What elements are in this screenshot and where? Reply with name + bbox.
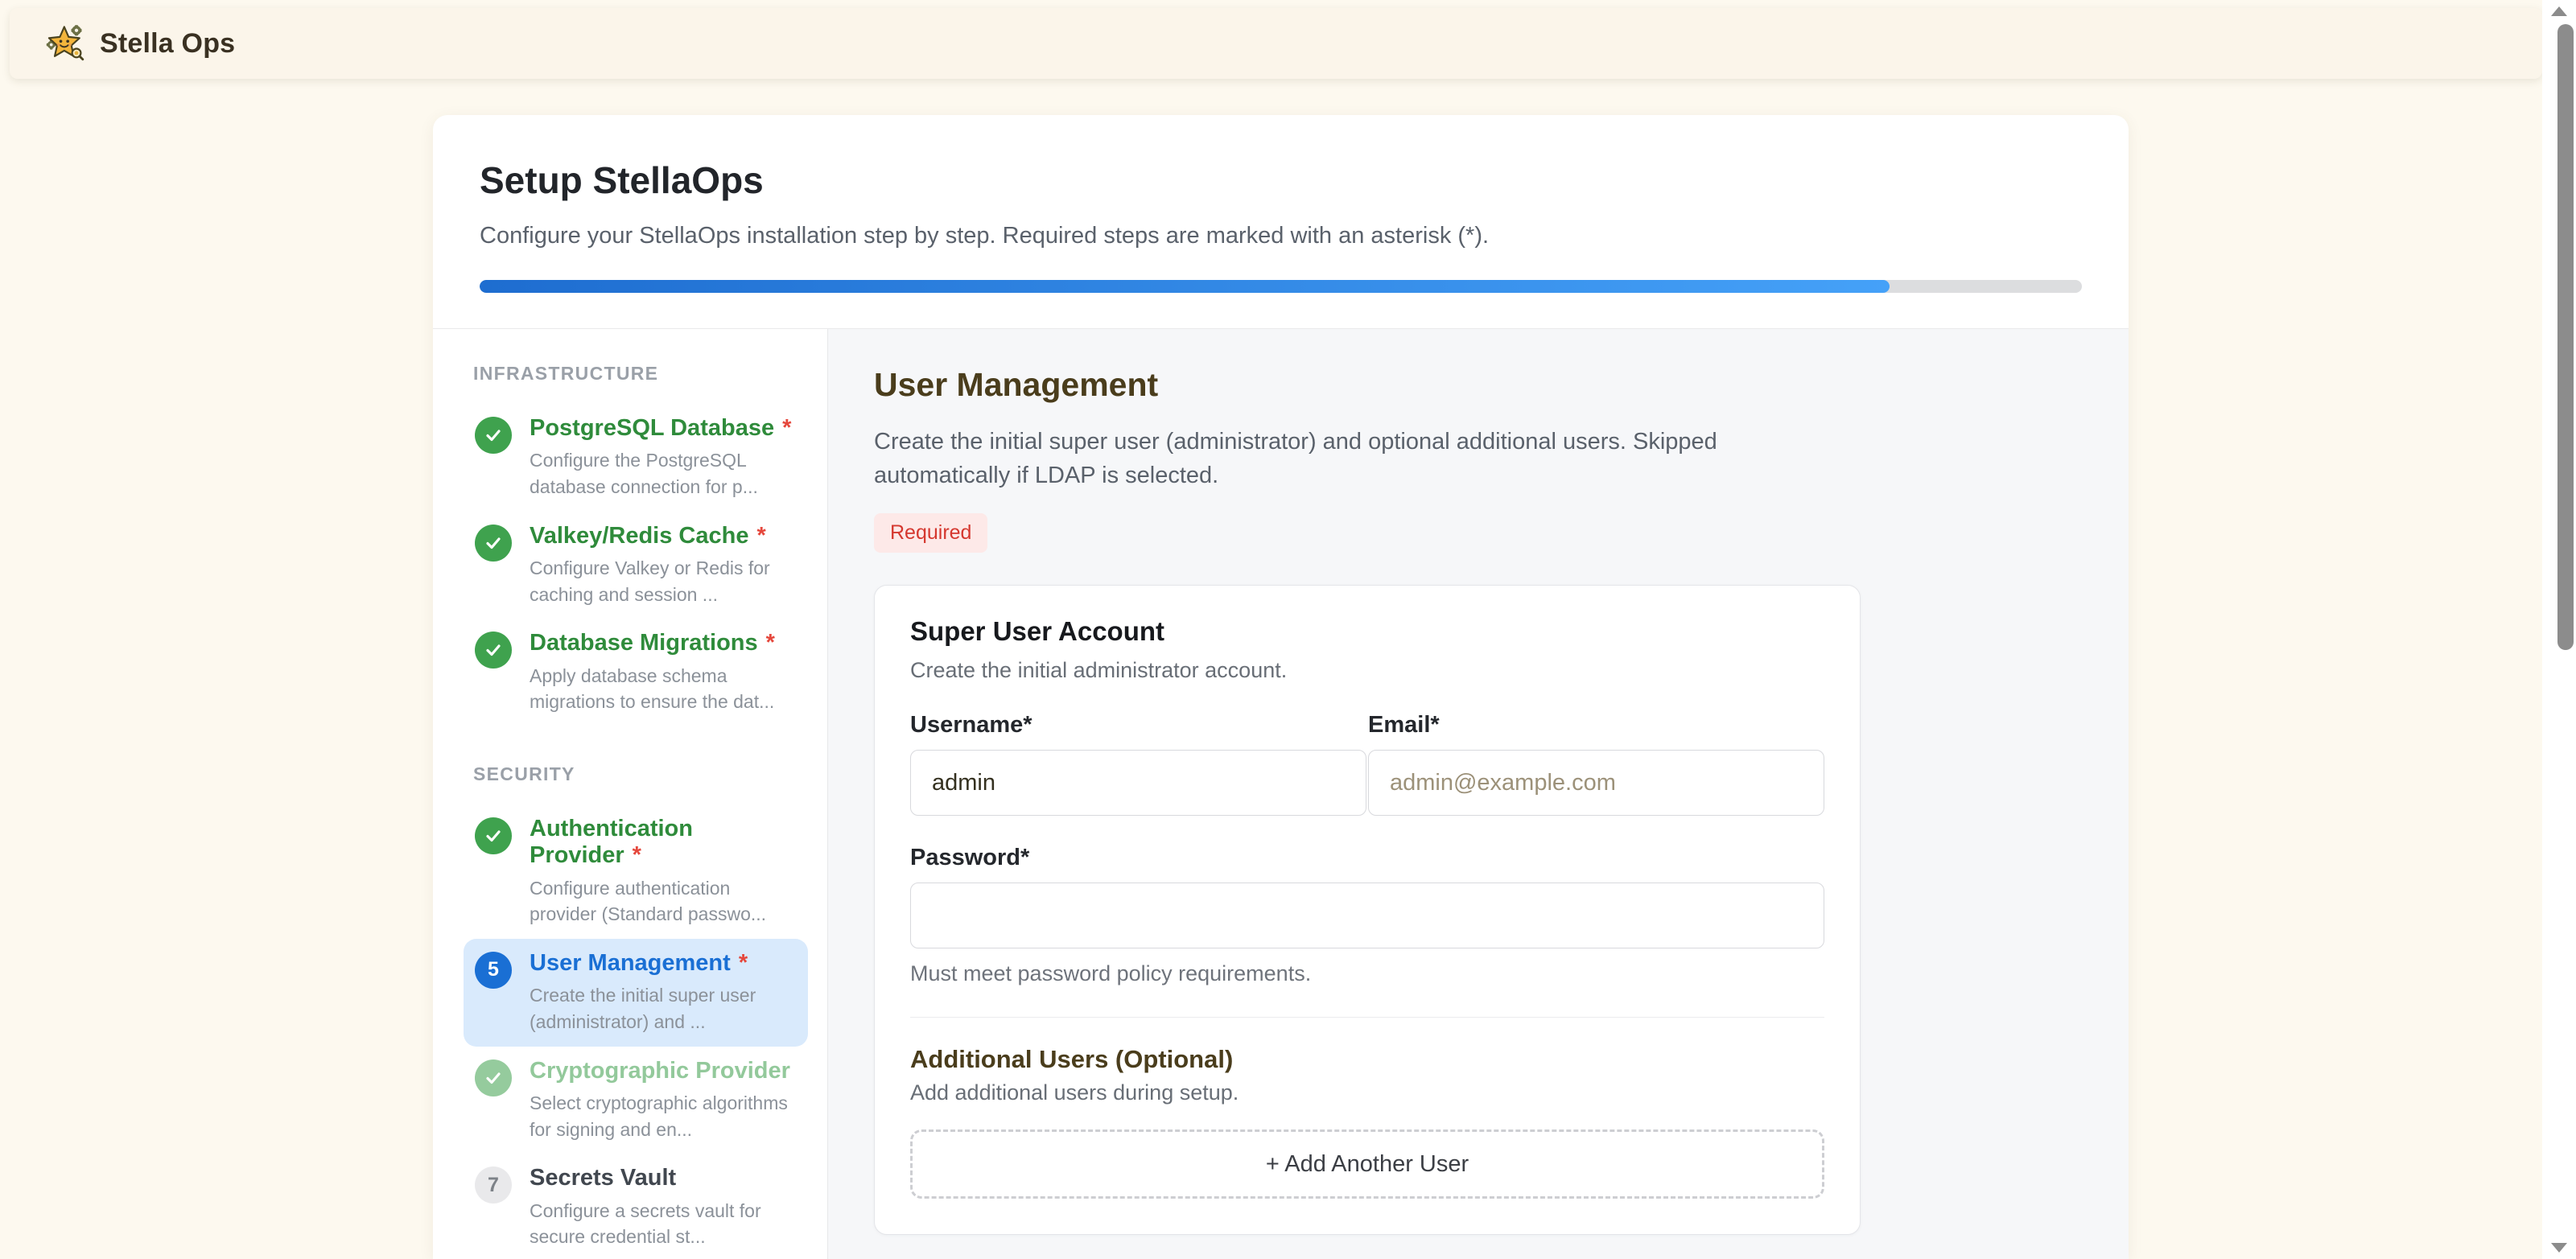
stella-ops-logo-icon [45, 23, 87, 64]
required-asterisk: * [633, 842, 641, 868]
step-description: Configure a secrets vault for secure cre… [530, 1198, 797, 1250]
additional-users-title: Additional Users (Optional) [910, 1045, 1824, 1074]
step-title: PostgreSQL Database [530, 415, 774, 441]
email-input[interactable] [1368, 750, 1824, 816]
super-user-subtitle: Create the initial administrator account… [910, 658, 1824, 683]
add-another-user-button[interactable]: + Add Another User [910, 1129, 1824, 1199]
sidebar-step-cryptographic-provider[interactable]: Cryptographic Provider Select cryptograp… [464, 1047, 808, 1154]
step-complete-check-icon [475, 417, 512, 454]
step-title: Cryptographic Provider [530, 1058, 790, 1084]
required-badge: Required [874, 513, 987, 553]
scrollbar-down-arrow[interactable] [2551, 1243, 2567, 1253]
step-description: Configure the PostgreSQL database connec… [530, 447, 797, 500]
step-complete-check-icon [475, 817, 512, 854]
step-title: Secrets Vault [530, 1165, 676, 1191]
step-title: Authentication Provider [530, 816, 693, 868]
sidebar-step-authentication-provider[interactable]: Authentication Provider* Configure authe… [464, 804, 808, 939]
additional-users-subtitle: Add additional users during setup. [910, 1080, 1824, 1105]
username-input[interactable] [910, 750, 1366, 816]
step-description: Select cryptographic algorithms for sign… [530, 1090, 797, 1142]
wizard-header: Setup StellaOps Configure your StellaOps… [433, 115, 2129, 329]
step-description: Apply database schema migrations to ensu… [530, 663, 797, 715]
page-title: User Management [874, 366, 2129, 404]
sidebar-step-secrets-vault[interactable]: 7 Secrets Vault Configure a secrets vaul… [464, 1154, 808, 1259]
step-description: Create the initial super user (administr… [530, 982, 797, 1035]
step-description: Configure Valkey or Redis for caching an… [530, 555, 797, 607]
step-complete-check-icon [475, 525, 512, 562]
app-name: Stella Ops [100, 28, 235, 60]
setup-progress-fill [480, 280, 1890, 293]
setup-card: Setup StellaOps Configure your StellaOps… [433, 115, 2129, 1259]
password-input[interactable] [910, 883, 1824, 948]
section-label-infrastructure: INFRASTRUCTURE [473, 363, 808, 385]
panel-divider [910, 1017, 1824, 1018]
steps-sidebar: INFRASTRUCTURE PostgreSQL Database * Conf… [433, 329, 828, 1259]
step-title: Database Migrations [530, 630, 758, 656]
step-title: Valkey/Redis Cache [530, 523, 748, 549]
step-title: User Management [530, 950, 731, 976]
required-asterisk: * [766, 630, 775, 656]
super-user-title: Super User Account [910, 616, 1824, 647]
wizard-title: Setup StellaOps [480, 158, 2082, 202]
section-label-security: SECURITY [473, 763, 808, 785]
step-complete-check-icon [475, 1059, 512, 1096]
step-number-badge: 7 [475, 1166, 512, 1203]
sidebar-step-valkey-redis-cache[interactable]: Valkey/Redis Cache * Configure Valkey or … [464, 512, 808, 619]
sidebar-step-database-migrations[interactable]: Database Migrations * Apply database sche… [464, 619, 808, 726]
email-label: Email* [1368, 712, 1824, 739]
required-asterisk: * [739, 950, 748, 976]
scrollbar-thumb[interactable] [2557, 24, 2574, 650]
page-scrollbar[interactable] [2542, 0, 2576, 1259]
step-number-badge: 5 [475, 952, 512, 989]
page-description: Create the initial super user (administr… [874, 425, 1775, 492]
required-asterisk: * [756, 523, 765, 549]
step-complete-check-icon [475, 632, 512, 669]
step-description: Configure authentication provider (Stand… [530, 875, 797, 928]
setup-progress-bar [480, 280, 2082, 293]
required-asterisk: * [782, 415, 791, 441]
username-label: Username* [910, 712, 1366, 739]
sidebar-step-postgresql-database[interactable]: PostgreSQL Database * Configure the Postg… [464, 404, 808, 512]
sidebar-step-user-management[interactable]: 5 User Management * Create the initial su… [464, 939, 808, 1047]
step-content: User Management Create the initial super… [828, 329, 2129, 1259]
app-header: Stella Ops [10, 8, 2542, 79]
super-user-panel: Super User Account Create the initial ad… [874, 585, 1861, 1235]
password-help-text: Must meet password policy requirements. [910, 961, 1824, 986]
password-label: Password* [910, 845, 1824, 871]
wizard-subtitle: Configure your StellaOps installation st… [480, 223, 2082, 249]
scrollbar-up-arrow[interactable] [2551, 6, 2567, 16]
